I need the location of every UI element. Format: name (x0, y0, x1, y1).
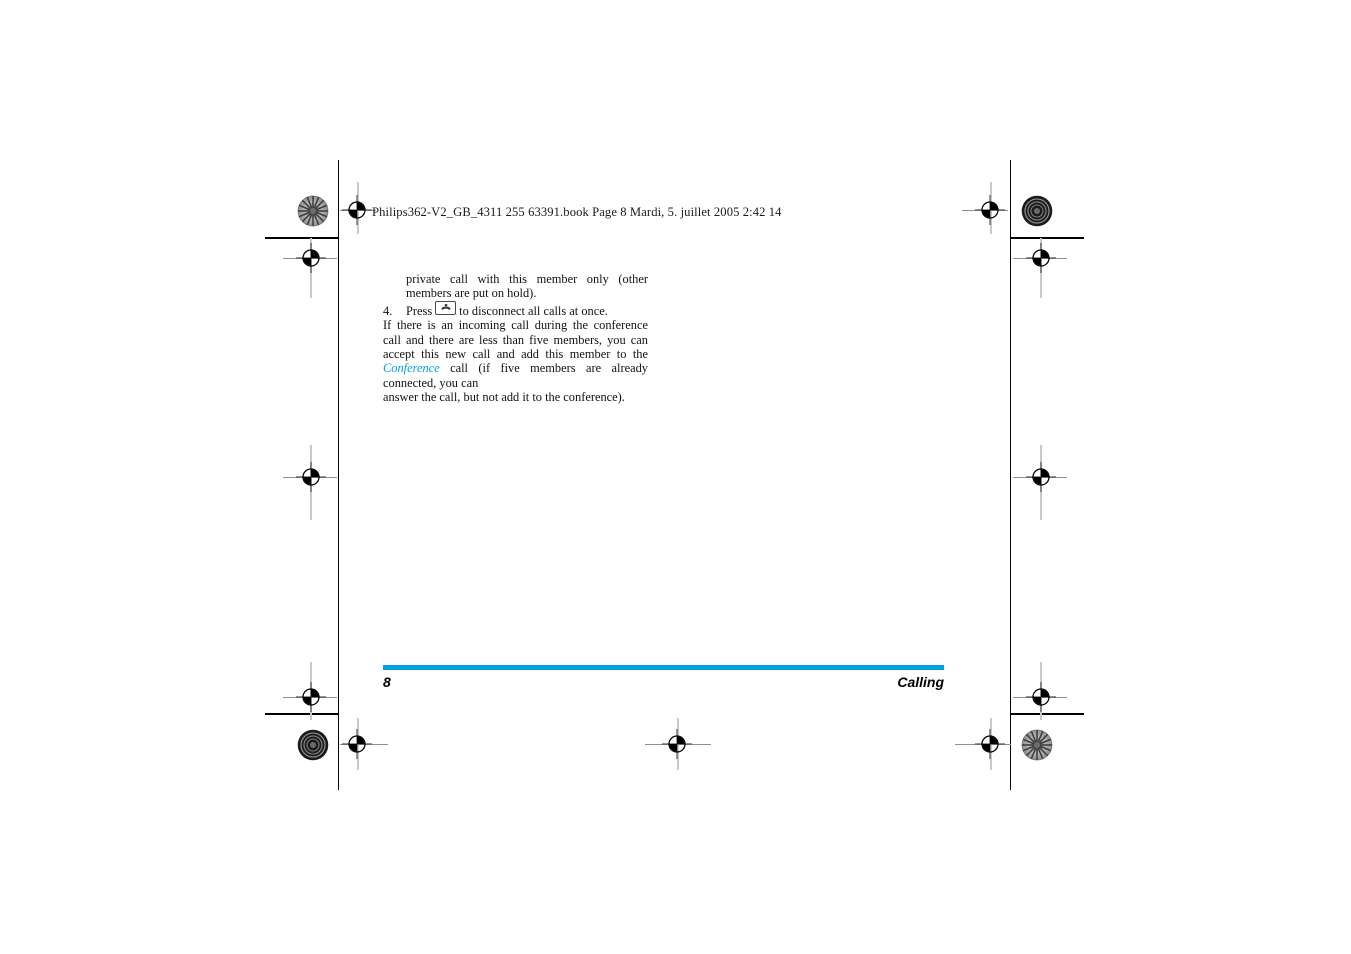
registration-crosshair-icon (662, 729, 692, 759)
printed-page-canvas: Philips362-V2_GB_4311 255 63391.book Pag… (0, 0, 1351, 954)
footer-section-title: Calling (897, 674, 944, 690)
step-text-after-icon: to disconnect all calls at once. (459, 303, 608, 318)
concentric-circle-target-icon (1021, 195, 1053, 227)
conference-accent-term: Conference (383, 361, 440, 376)
trim-rule-top-left (265, 237, 339, 239)
registration-crosshair-icon (342, 729, 372, 759)
hangup-key-icon (435, 300, 457, 315)
conference-paragraph: If there is an incoming call during the … (383, 318, 648, 404)
registration-crosshair-icon (296, 243, 326, 273)
step-number: 4. (383, 303, 393, 318)
trim-line-right (1010, 160, 1012, 790)
registration-crosshair-icon (1026, 243, 1056, 273)
concentric-circle-target-icon (297, 729, 329, 761)
registration-crosshair-icon (1026, 682, 1056, 712)
halftone-star-target-icon (297, 195, 329, 227)
registration-crosshair-icon (1026, 462, 1056, 492)
continued-paragraph: private call with this member only (othe… (406, 272, 648, 301)
halftone-star-target-icon (1021, 729, 1053, 761)
trim-line-left (338, 160, 340, 790)
numbered-step-4: 4. Press to disconnect all calls at once… (383, 300, 648, 318)
footer-page-number: 8 (383, 674, 391, 690)
registration-crosshair-icon (975, 729, 1005, 759)
registration-crosshair-icon (975, 195, 1005, 225)
paragraph-line-3: this new call and add this member to the (421, 347, 648, 362)
footer-accent-rule (383, 665, 944, 670)
registration-crosshair-icon (342, 195, 372, 225)
step-text-before-icon: Press (406, 303, 433, 318)
registration-crosshair-icon (296, 462, 326, 492)
paragraph-line-5: answer the call, but not add it to the c… (383, 390, 625, 405)
document-header-slug: Philips362-V2_GB_4311 255 63391.book Pag… (372, 205, 782, 219)
trim-rule-top-right (1010, 237, 1084, 239)
registration-crosshair-icon (296, 682, 326, 712)
trim-rule-bottom-right (1010, 713, 1084, 715)
body-text-column: private call with this member only (othe… (383, 272, 648, 405)
trim-rule-bottom-left (265, 713, 339, 715)
